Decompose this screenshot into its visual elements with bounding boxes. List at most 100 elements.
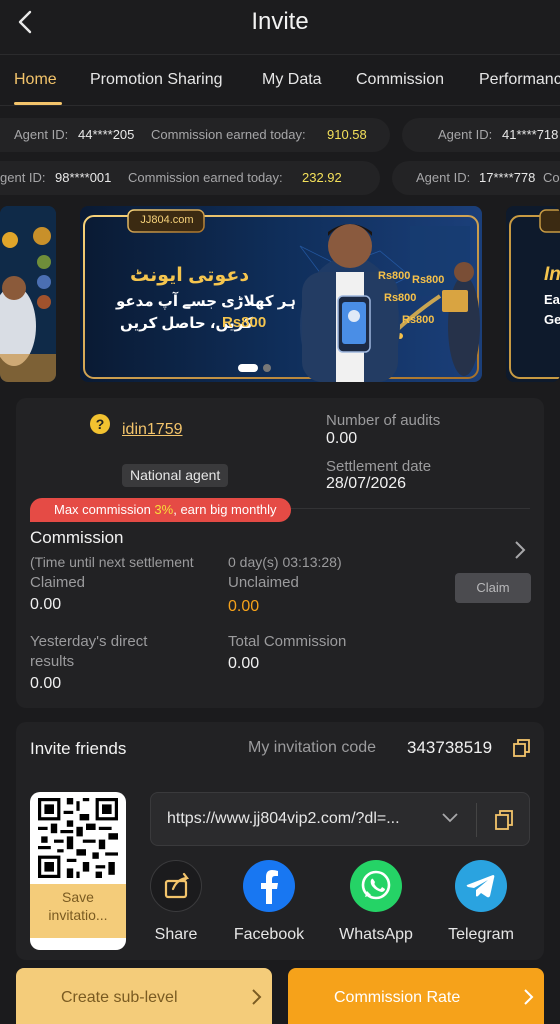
facebook-share-button[interactable]: Facebook	[229, 860, 309, 944]
username-link[interactable]: idin1759	[122, 421, 183, 439]
whatsapp-icon	[350, 860, 402, 912]
settlement-countdown-value: 0 day(s) 03:13:28)	[228, 554, 342, 570]
commission-card	[16, 398, 544, 708]
settlement-countdown-label: (Time until next settlement	[30, 554, 194, 570]
ticker-earned-label: Con	[543, 170, 560, 185]
commission-ticker-item: gent ID: 98****001 Commission earned tod…	[0, 161, 380, 195]
banner-brand: JJ804.com	[140, 214, 194, 226]
ticker-agent-id: 98****001	[55, 170, 112, 185]
promo-banner-carousel[interactable]: JJ804.com دعوتی ایونٹ ہر کھلاڑی جسے آپ م…	[0, 206, 560, 384]
tab-home[interactable]: Home	[14, 71, 57, 89]
ticker-earned-label: Commission earned today:	[128, 170, 283, 185]
invite-friends-title: Invite friends	[30, 739, 127, 758]
active-tab-indicator	[14, 102, 62, 105]
share-button[interactable]: Share	[136, 860, 216, 944]
facebook-icon	[243, 860, 295, 912]
ticker-agent-id: 41****718	[502, 127, 559, 142]
telegram-share-button[interactable]: Telegram	[441, 860, 521, 944]
banner-next[interactable]: In Eac Get	[506, 206, 560, 382]
ticker-amount: 232.92	[302, 170, 342, 185]
ticker-agent-label: Agent ID:	[438, 127, 493, 142]
claimed-label: Claimed	[30, 574, 86, 591]
floating-reward-tag: Rs800	[402, 314, 435, 326]
promo-suffix: , earn big monthly	[173, 502, 277, 517]
chevron-right-icon[interactable]	[512, 540, 528, 560]
tab-promotion-sharing[interactable]: Promotion Sharing	[90, 71, 223, 89]
invitation-code-label: My invitation code	[248, 739, 377, 756]
banner-amount: Rs800	[222, 314, 267, 331]
whatsapp-label: WhatsApp	[339, 926, 413, 943]
ticker-agent-id: 44****205	[78, 127, 135, 142]
copy-code-icon[interactable]	[512, 738, 532, 758]
audits-label: Number of audits	[326, 412, 441, 429]
share-icon	[150, 860, 202, 912]
banner-previous[interactable]	[0, 206, 56, 382]
commission-ticker-item: Agent ID: 44****205 Commission earned to…	[0, 118, 390, 152]
save-label: Save	[62, 889, 94, 905]
invitation-code-value: 343738519	[407, 738, 493, 757]
total-commission-label: Total Commission	[228, 633, 347, 650]
carousel-dot-active[interactable]	[238, 364, 258, 372]
ticker-agent-label: Agent ID:	[14, 127, 69, 142]
floating-reward-tag: Rs800	[378, 270, 411, 282]
share-label: Share	[154, 926, 198, 943]
ticker-earned-label: Commission earned today:	[151, 127, 306, 142]
next-banner-text: In	[544, 264, 560, 285]
whatsapp-share-button[interactable]: WhatsApp	[336, 860, 416, 944]
tab-bar: Home Promotion Sharing My Data Commissio…	[0, 54, 560, 106]
floating-reward-tag: Rs800	[412, 274, 445, 286]
save-label-2: invitatio...	[48, 907, 108, 923]
invite-link-field[interactable]: https://www.jj804vip2.com/?dl=...	[150, 792, 530, 846]
help-icon[interactable]: ?	[90, 414, 110, 434]
banner-headline: دعوتی ایونٹ	[130, 265, 250, 286]
create-sub-level-button[interactable]: Create sub-level	[16, 968, 272, 1024]
commission-rate-label: Commission Rate	[334, 989, 461, 1006]
commission-ticker-item: Agent ID: 17****778 Con	[392, 161, 560, 195]
invite-event-banner[interactable]: JJ804.com دعوتی ایونٹ ہر کھلاڑی جسے آپ م…	[80, 206, 482, 382]
carousel-dot[interactable]	[263, 364, 271, 372]
promo-prefix: Max commission	[54, 502, 155, 517]
carousel-indicator	[238, 364, 271, 372]
ticker-agent-id: 17****778	[479, 170, 536, 185]
telegram-icon	[455, 860, 507, 912]
commission-title: Commission	[30, 528, 124, 547]
create-sub-level-label: Create sub-level	[61, 989, 178, 1006]
banner-line1: ہر کھلاڑی جسے آپ مدعو	[116, 293, 296, 310]
chevron-right-icon	[252, 989, 262, 1005]
claimed-value: 0.00	[30, 596, 62, 613]
qr-code-image	[38, 798, 118, 878]
ticker-agent-label: gent ID:	[0, 170, 46, 185]
page-title: Invite	[251, 8, 309, 35]
next-banner-text: Eac	[544, 292, 560, 307]
audits-value: 0.00	[326, 430, 358, 447]
header: Invite	[0, 0, 560, 54]
claim-button[interactable]: Claim	[455, 573, 531, 603]
copy-link-icon[interactable]	[493, 809, 515, 831]
divider	[476, 803, 477, 837]
max-commission-promo-badge: Max commission 3%, earn big monthly	[30, 498, 291, 522]
yesterday-results-value: 0.00	[30, 675, 62, 692]
commission-rate-button[interactable]: Commission Rate	[288, 968, 544, 1024]
commission-ticker-item: Agent ID: 41****718	[402, 118, 560, 152]
tab-my-data[interactable]: My Data	[262, 71, 322, 89]
unclaimed-value: 0.00	[228, 598, 260, 615]
total-commission-value: 0.00	[228, 655, 260, 672]
yesterday-results-label-2: results	[30, 653, 75, 670]
tab-performance[interactable]: Performance	[479, 71, 560, 89]
floating-reward-tag: Rs800	[384, 292, 417, 304]
ticker-amount: 910.58	[327, 127, 367, 142]
chevron-right-icon	[524, 989, 534, 1005]
settlement-date-label: Settlement date	[326, 458, 432, 475]
invite-link-text: https://www.jj804vip2.com/?dl=...	[167, 810, 400, 827]
unclaimed-label: Unclaimed	[228, 574, 299, 591]
promo-highlight: 3%	[154, 502, 174, 517]
telegram-label: Telegram	[448, 926, 514, 943]
save-invitation-button[interactable]: Save invitatio...	[30, 884, 126, 938]
ticker-agent-label: Agent ID:	[416, 170, 471, 185]
next-banner-text: Get	[544, 312, 560, 327]
tab-commission[interactable]: Commission	[356, 71, 444, 89]
qr-code-card[interactable]: Save invitatio...	[30, 792, 126, 950]
settlement-date-value: 28/07/2026	[326, 475, 407, 492]
agent-level-badge: National agent	[122, 464, 229, 487]
chevron-down-icon[interactable]	[441, 811, 459, 825]
